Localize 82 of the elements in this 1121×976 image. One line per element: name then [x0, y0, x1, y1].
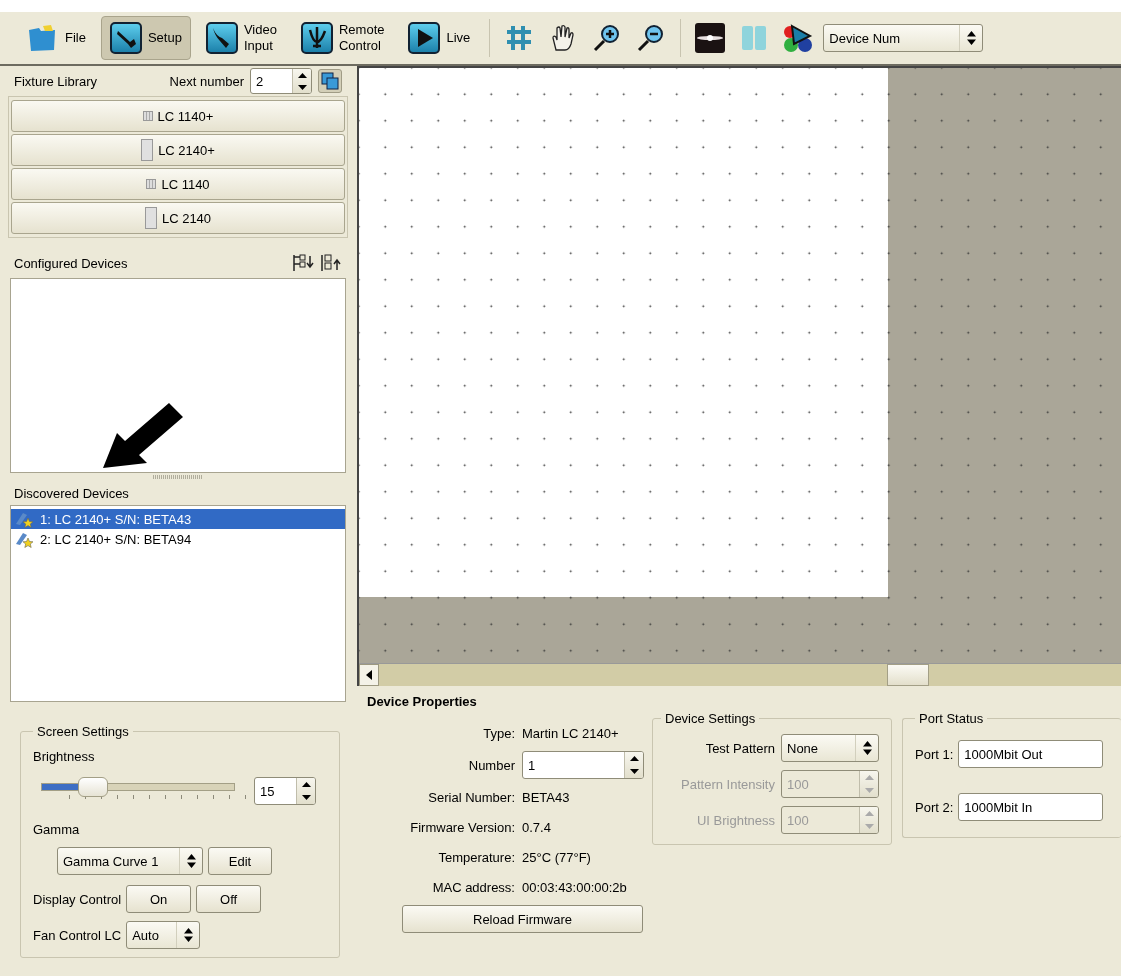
- property-value: 0.7.4: [522, 818, 552, 837]
- fixture-icon: [141, 139, 154, 161]
- port-label: Port 2:: [915, 799, 954, 815]
- spin-down-icon[interactable]: [297, 84, 307, 90]
- fixture-button[interactable]: LC 2140: [11, 202, 345, 234]
- spin-up-icon[interactable]: [297, 72, 307, 78]
- view-dropdown[interactable]: Device Num: [823, 24, 984, 52]
- gamma-dropdown[interactable]: Gamma Curve 1: [57, 847, 203, 875]
- device-star-icon: [14, 510, 34, 528]
- scroll-left-icon[interactable]: [366, 670, 372, 680]
- section-title: Fixture Library: [14, 73, 98, 89]
- horizontal-scrollbar[interactable]: [359, 663, 1121, 686]
- sort-up-icon[interactable]: [320, 254, 342, 272]
- setting-label: Test Pattern: [705, 740, 775, 756]
- fixture-icon: [142, 111, 153, 121]
- toolbar-button[interactable]: Remote Control: [291, 16, 394, 60]
- fixture-button[interactable]: LC 1140: [11, 168, 345, 200]
- scrollbar-thumb[interactable]: [887, 664, 929, 686]
- property-value: BETA43: [522, 788, 571, 807]
- device-list-item[interactable]: 2: LC 2140+ S/N: BETA94: [11, 529, 345, 549]
- color-play-icon: [782, 22, 815, 54]
- slider-thumb[interactable]: [78, 777, 109, 797]
- field-label: Brightness: [33, 749, 95, 764]
- port-label: Port 1:: [915, 746, 954, 762]
- display-control-button[interactable]: Off: [196, 885, 262, 913]
- field-label: Display Control: [33, 891, 122, 907]
- property-label: Serial Number:: [427, 789, 515, 805]
- light-flare-icon: [694, 22, 727, 54]
- spin-down-icon[interactable]: [301, 795, 311, 800]
- wrench-icon: [109, 22, 142, 54]
- toolbar-button[interactable]: File: [18, 16, 95, 60]
- plug-icon: [205, 22, 238, 54]
- fan-control-dropdown[interactable]: Auto: [126, 921, 201, 949]
- spin-down-icon[interactable]: [629, 769, 639, 774]
- dropdown-arrows-icon: [862, 741, 872, 755]
- toolbar-button[interactable]: Setup: [100, 16, 191, 60]
- brightness-spinbox[interactable]: 15: [254, 777, 316, 805]
- dropdown-arrows-icon: [966, 31, 976, 45]
- fixture-button[interactable]: LC 2140+: [11, 134, 345, 166]
- device-list-item[interactable]: 1: LC 2140+ S/N: BETA43: [11, 509, 345, 529]
- property-label: Firmware Version:: [409, 819, 515, 835]
- next-number-spinbox[interactable]: 2: [250, 68, 312, 94]
- edit-button[interactable]: Edit: [208, 847, 272, 875]
- remote-icon: [300, 22, 333, 54]
- section-title: Configured Devices: [14, 255, 128, 271]
- dropdown-arrows-icon: [183, 928, 193, 942]
- property-label: MAC address:: [431, 879, 515, 895]
- dropdown-arrows-icon: [186, 854, 196, 868]
- display-control-button[interactable]: On: [126, 885, 192, 913]
- field-label: Next number: [169, 73, 244, 89]
- setting-label: Pattern Intensity: [681, 776, 775, 792]
- play-icon: [408, 22, 441, 54]
- toolbar-button[interactable]: Video Input: [196, 16, 286, 60]
- reload-firmware-button[interactable]: Reload Firmware: [402, 905, 643, 933]
- test-pattern-dropdown[interactable]: None: [781, 734, 879, 762]
- group-title: Port Status: [918, 711, 985, 726]
- property-value: 25°C (77°F): [522, 848, 592, 867]
- fixture-button[interactable]: LC 1140+: [11, 100, 345, 132]
- copy-icon: [321, 72, 339, 90]
- group-title: Device Settings: [664, 711, 757, 726]
- port-field[interactable]: 1000Mbit In: [958, 793, 1104, 821]
- sort-down-icon[interactable]: [292, 254, 314, 272]
- setting-label: UI Brightness: [696, 812, 775, 828]
- property-label: Type:: [482, 725, 515, 741]
- property-label: Temperature:: [437, 849, 515, 865]
- copy-button[interactable]: [318, 69, 342, 93]
- number-spinbox[interactable]: 1: [522, 751, 644, 779]
- spin-up-icon[interactable]: [301, 782, 311, 787]
- group-title: Screen Settings: [36, 724, 130, 739]
- field-label: Fan Control LC: [33, 927, 122, 943]
- section-title: Device Properties: [367, 694, 478, 709]
- device-star-icon: [14, 530, 34, 548]
- property-label: Number: [467, 757, 515, 773]
- property-value: Martin LC 2140+: [522, 724, 620, 743]
- fixture-icon: [144, 207, 157, 229]
- spin-up-icon[interactable]: [629, 756, 639, 761]
- port-field[interactable]: 1000Mbit Out: [958, 740, 1104, 768]
- section-title: Discovered Devices: [14, 485, 129, 501]
- toolbar-button[interactable]: Live: [399, 16, 480, 60]
- property-value: 00:03:43:00:00:2b: [522, 878, 628, 897]
- fixture-icon: [146, 179, 157, 189]
- field-label: Gamma: [33, 822, 80, 837]
